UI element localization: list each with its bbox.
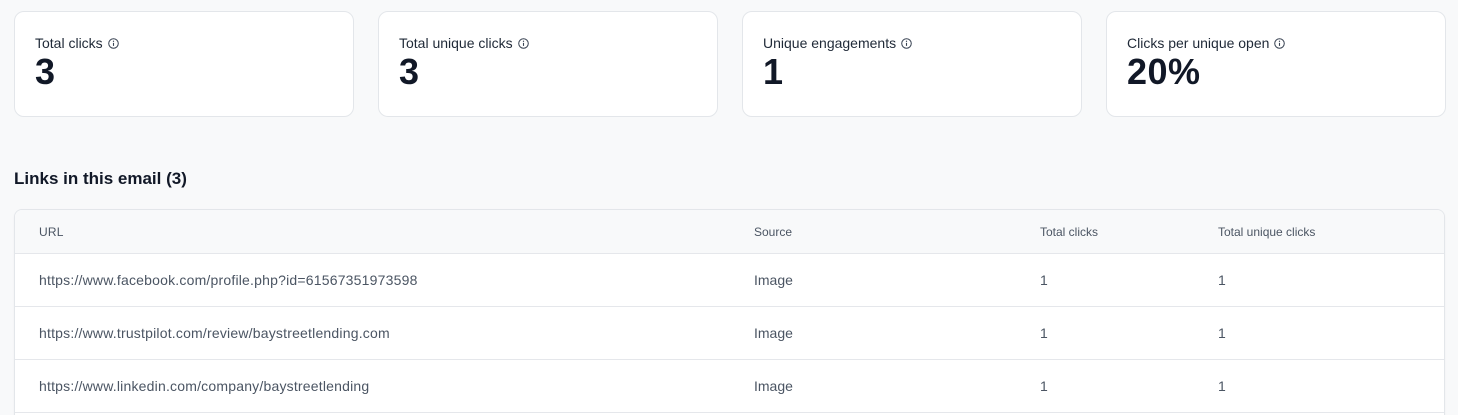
link-source: Image [754, 378, 793, 394]
link-total-clicks: 1 [1040, 325, 1048, 341]
stat-value: 20% [1127, 51, 1201, 92]
link-total-clicks: 1 [1040, 378, 1048, 394]
info-icon[interactable] [107, 37, 119, 49]
column-header-total-unique-clicks[interactable]: Total unique clicks [1218, 210, 1315, 253]
stat-label: Clicks per unique open [1127, 35, 1270, 51]
stat-card-total-unique-clicks: Total unique clicks 3 [378, 11, 718, 117]
stat-label: Total unique clicks [399, 35, 513, 51]
stats-row: Total clicks 3 Total unique clicks 3 Uni… [14, 11, 1446, 117]
link-unique-clicks: 1 [1218, 378, 1226, 394]
link-source: Image [754, 325, 793, 341]
stat-value: 1 [763, 51, 784, 92]
link-url[interactable]: https://www.trustpilot.com/review/baystr… [39, 307, 390, 359]
info-icon[interactable] [901, 37, 912, 49]
info-icon[interactable] [1274, 37, 1286, 49]
table-row: https://www.linkedin.com/company/baystre… [15, 360, 1444, 413]
stat-value: 3 [35, 51, 56, 92]
stat-card-clicks-per-unique-open: Clicks per unique open 20% [1106, 11, 1446, 117]
table-row: https://www.facebook.com/profile.php?id=… [15, 254, 1444, 307]
stat-label: Total clicks [35, 35, 103, 51]
info-icon[interactable] [517, 37, 529, 49]
email-report-page: Total clicks 3 Total unique clicks 3 Uni… [0, 0, 1458, 415]
column-header-url[interactable]: URL [39, 210, 64, 253]
table-row: https://www.trustpilot.com/review/baystr… [15, 307, 1444, 360]
link-unique-clicks: 1 [1218, 325, 1226, 341]
column-header-total-clicks[interactable]: Total clicks [1040, 210, 1098, 253]
column-header-source[interactable]: Source [754, 210, 792, 253]
link-url[interactable]: https://www.facebook.com/profile.php?id=… [39, 254, 418, 306]
stat-value: 3 [399, 51, 420, 92]
link-total-clicks: 1 [1040, 272, 1048, 288]
table-header-row: URL Source Total clicks Total unique cli… [15, 210, 1444, 254]
stat-card-total-clicks: Total clicks 3 [14, 11, 354, 117]
link-unique-clicks: 1 [1218, 272, 1226, 288]
stat-card-unique-engagements: Unique engagements 1 [742, 11, 1082, 117]
link-source: Image [754, 272, 793, 288]
links-section-title: Links in this email (3) [14, 169, 187, 188]
links-table: URL Source Total clicks Total unique cli… [14, 209, 1445, 415]
link-url[interactable]: https://www.linkedin.com/company/baystre… [39, 360, 369, 412]
stat-label: Unique engagements [763, 35, 897, 51]
